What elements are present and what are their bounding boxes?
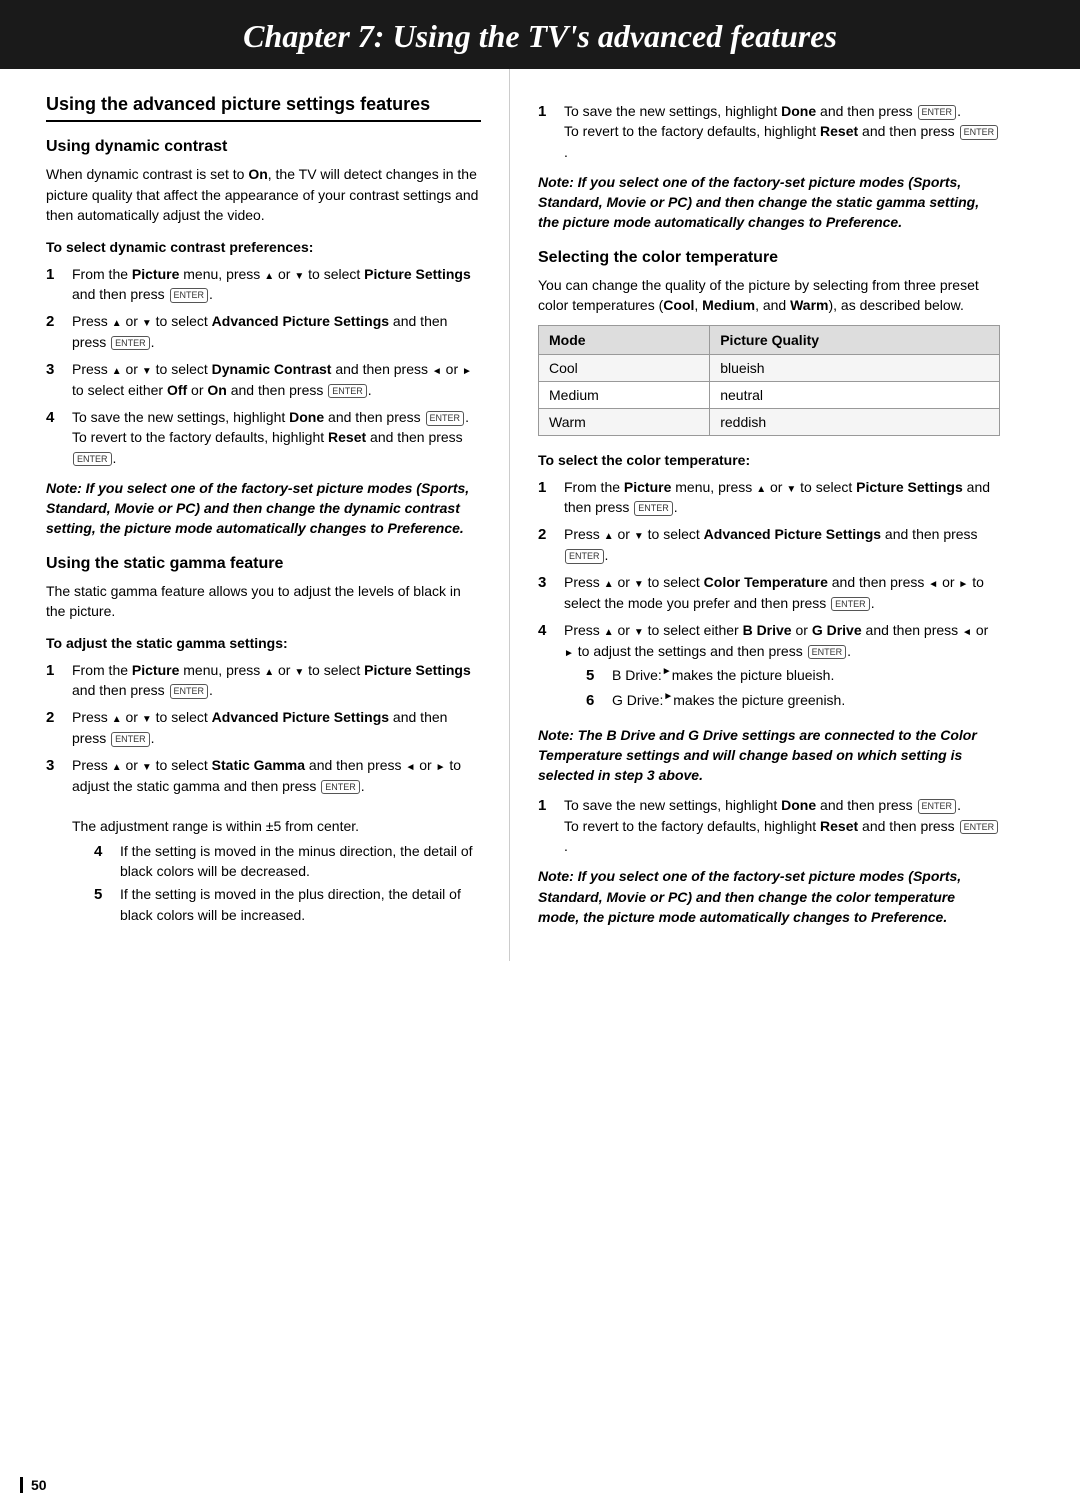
left-column: Using the advanced picture settings feat… — [0, 69, 510, 961]
dynamic-contrast-section: Using dynamic contrast When dynamic cont… — [46, 138, 481, 538]
table-cell-blueish: blueish — [710, 355, 1000, 382]
table-row: Cool blueish — [539, 355, 1000, 382]
gamma-bullet-2: If the setting is moved in the plus dire… — [94, 884, 481, 925]
right-step-4: To save the new settings, highlight Done… — [538, 101, 1000, 162]
right-column: To save the new settings, highlight Done… — [510, 69, 1040, 961]
table-header-quality: Picture Quality — [710, 326, 1000, 355]
color-temp-label: To select the color temperature: — [538, 450, 1000, 470]
ct-step-3: Press ▲ or ▼ to select Color Temperature… — [538, 572, 1000, 613]
color-temp-steps: From the Picture menu, press ▲ or ▼ to s… — [538, 477, 1000, 715]
chapter-title: Chapter 7: Using the TV's advanced featu… — [40, 18, 1040, 55]
ct-step-4: Press ▲ or ▼ to select either B Drive or… — [538, 620, 1000, 715]
gamma-bullets: If the setting is moved in the minus dir… — [94, 841, 481, 925]
table-row: Medium neutral — [539, 382, 1000, 409]
color-temperature-title: Selecting the color temperature — [538, 249, 1000, 267]
ct-step5-list: To save the new settings, highlight Done… — [538, 795, 1000, 856]
chapter-header: Chapter 7: Using the TV's advanced featu… — [0, 0, 1080, 69]
table-cell-warm: Warm — [539, 409, 710, 436]
ct-step-2: Press ▲ or ▼ to select Advanced Picture … — [538, 524, 1000, 565]
page-container: Chapter 7: Using the TV's advanced featu… — [0, 0, 1080, 1511]
gamma-step-3: Press ▲ or ▼ to select Static Gamma and … — [46, 755, 481, 928]
color-temperature-table: Mode Picture Quality Cool blueish Medium… — [538, 325, 1000, 436]
dynamic-contrast-label: To select dynamic contrast preferences: — [46, 237, 481, 257]
ct-step-1: From the Picture menu, press ▲ or ▼ to s… — [538, 477, 1000, 518]
static-gamma-intro: The static gamma feature allows you to a… — [46, 581, 481, 622]
static-gamma-note: Note: If you select one of the factory-s… — [538, 172, 1000, 233]
static-gamma-section: Using the static gamma feature The stati… — [46, 555, 481, 928]
color-temperature-intro: You can change the quality of the pictur… — [538, 275, 1000, 316]
step-1: From the Picture menu, press ▲ or ▼ to s… — [46, 264, 481, 305]
static-gamma-title: Using the static gamma feature — [46, 555, 481, 573]
table-header-mode: Mode — [539, 326, 710, 355]
gamma-step-1: From the Picture menu, press ▲ or ▼ to s… — [46, 660, 481, 701]
ct-bullet-2: G Drive: ► makes the picture greenish. — [586, 690, 1000, 712]
page-footer: 50 — [0, 1477, 1080, 1493]
step-4: To save the new settings, highlight Done… — [46, 407, 481, 468]
content-area: Using the advanced picture settings feat… — [0, 69, 1080, 961]
color-temp-note1: Note: The B Drive and G Drive settings a… — [538, 725, 1000, 786]
table-cell-reddish: reddish — [710, 409, 1000, 436]
page-number: 50 — [20, 1477, 47, 1493]
static-gamma-steps: From the Picture menu, press ▲ or ▼ to s… — [46, 660, 481, 928]
dynamic-contrast-title: Using dynamic contrast — [46, 138, 481, 156]
ct-bullet-1: B Drive: ► makes the picture blueish. — [586, 665, 1000, 687]
dynamic-contrast-intro: When dynamic contrast is set to On, the … — [46, 164, 481, 225]
gamma-bullet-1: If the setting is moved in the minus dir… — [94, 841, 481, 882]
static-gamma-label: To adjust the static gamma settings: — [46, 633, 481, 653]
dynamic-contrast-steps: From the Picture menu, press ▲ or ▼ to s… — [46, 264, 481, 468]
table-cell-neutral: neutral — [710, 382, 1000, 409]
color-temp-note2: Note: If you select one of the factory-s… — [538, 866, 1000, 927]
section-title: Using the advanced picture settings feat… — [46, 93, 481, 122]
dynamic-contrast-note: Note: If you select one of the factory-s… — [46, 478, 481, 539]
color-temperature-section: Selecting the color temperature You can … — [538, 249, 1000, 927]
step-3: Press ▲ or ▼ to select Dynamic Contrast … — [46, 359, 481, 400]
table-row: Warm reddish — [539, 409, 1000, 436]
step-2: Press ▲ or ▼ to select Advanced Picture … — [46, 311, 481, 352]
right-top-steps: To save the new settings, highlight Done… — [538, 101, 1000, 162]
gamma-step-2: Press ▲ or ▼ to select Advanced Picture … — [46, 707, 481, 748]
table-cell-medium: Medium — [539, 382, 710, 409]
table-cell-cool: Cool — [539, 355, 710, 382]
ct-step-5: To save the new settings, highlight Done… — [538, 795, 1000, 856]
ct-bullets: B Drive: ► makes the picture blueish. G … — [586, 665, 1000, 712]
